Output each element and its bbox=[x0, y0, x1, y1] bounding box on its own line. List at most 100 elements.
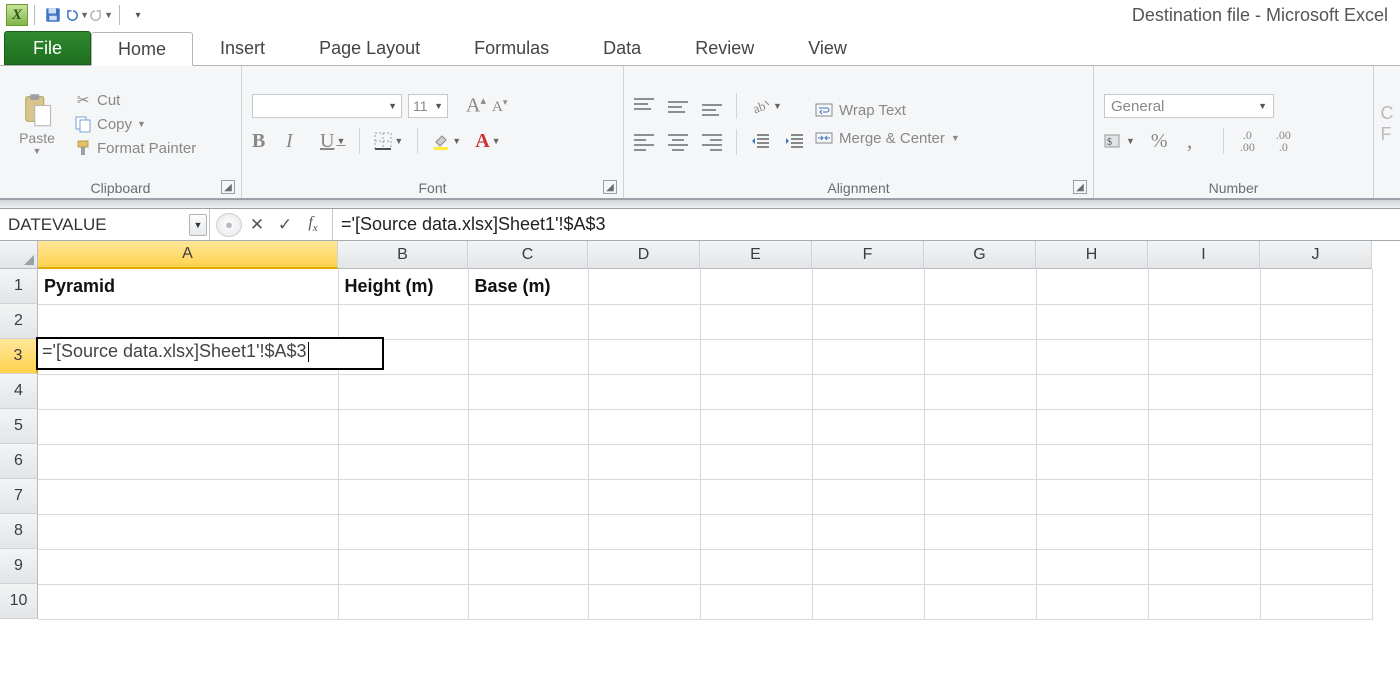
save-button[interactable] bbox=[41, 3, 65, 27]
select-all-corner[interactable] bbox=[0, 241, 38, 269]
cell[interactable] bbox=[1036, 584, 1148, 619]
cell[interactable] bbox=[38, 374, 338, 409]
grow-font-button[interactable]: A▴ bbox=[466, 94, 486, 118]
tab-view[interactable]: View bbox=[781, 31, 874, 65]
cell[interactable] bbox=[588, 514, 700, 549]
cell[interactable] bbox=[1036, 549, 1148, 584]
cell[interactable] bbox=[588, 269, 700, 304]
cell[interactable] bbox=[924, 374, 1036, 409]
cell[interactable] bbox=[1036, 304, 1148, 339]
enter-check-button[interactable]: ✓ bbox=[272, 213, 298, 237]
font-name-select[interactable]: ▼ bbox=[252, 94, 402, 118]
tab-file[interactable]: File bbox=[4, 31, 91, 65]
tab-insert[interactable]: Insert bbox=[193, 31, 292, 65]
cell[interactable] bbox=[812, 374, 924, 409]
cell[interactable] bbox=[924, 549, 1036, 584]
align-right-button[interactable] bbox=[702, 134, 722, 150]
align-left-button[interactable] bbox=[634, 134, 654, 150]
clipboard-launcher-icon[interactable]: ◢ bbox=[221, 180, 235, 194]
cell[interactable] bbox=[700, 584, 812, 619]
cell[interactable] bbox=[1148, 339, 1260, 374]
cell[interactable] bbox=[468, 304, 588, 339]
increase-decimal-button[interactable]: .0.00 bbox=[1240, 129, 1260, 153]
align-middle-button[interactable] bbox=[668, 98, 688, 114]
cell[interactable] bbox=[338, 339, 468, 374]
tab-data[interactable]: Data bbox=[576, 31, 668, 65]
cell[interactable] bbox=[700, 304, 812, 339]
cell[interactable] bbox=[924, 479, 1036, 514]
cell[interactable] bbox=[1260, 514, 1372, 549]
row-header[interactable]: 9 bbox=[0, 549, 38, 584]
column-header[interactable]: C bbox=[468, 241, 588, 269]
cell[interactable] bbox=[812, 514, 924, 549]
cut-button[interactable]: ✂ Cut bbox=[74, 91, 196, 109]
row-header[interactable]: 3 bbox=[0, 339, 38, 374]
tab-review[interactable]: Review bbox=[668, 31, 781, 65]
cell[interactable] bbox=[924, 269, 1036, 304]
font-color-button[interactable]: A▼ bbox=[475, 130, 500, 153]
cell[interactable] bbox=[700, 339, 812, 374]
column-header[interactable]: E bbox=[700, 241, 812, 269]
cell[interactable] bbox=[812, 584, 924, 619]
cell[interactable] bbox=[468, 549, 588, 584]
column-header[interactable]: D bbox=[588, 241, 700, 269]
cell[interactable] bbox=[468, 339, 588, 374]
cell[interactable] bbox=[812, 549, 924, 584]
cell[interactable] bbox=[588, 479, 700, 514]
cell[interactable] bbox=[1260, 304, 1372, 339]
row-header[interactable]: 1 bbox=[0, 269, 38, 304]
column-header[interactable]: H bbox=[1036, 241, 1148, 269]
row-header[interactable]: 4 bbox=[0, 374, 38, 409]
cell[interactable] bbox=[1260, 584, 1372, 619]
increase-indent-button[interactable] bbox=[785, 133, 805, 152]
undo-button[interactable]: ▼ bbox=[65, 3, 89, 27]
cancel-edit-button[interactable]: ● bbox=[216, 213, 242, 237]
cell[interactable] bbox=[924, 409, 1036, 444]
copy-button[interactable]: Copy ▼ bbox=[74, 115, 196, 133]
align-bottom-button[interactable] bbox=[702, 98, 722, 114]
cell[interactable] bbox=[1260, 479, 1372, 514]
column-header[interactable]: A bbox=[38, 241, 338, 269]
merge-center-button[interactable]: Merge & Center ▼ bbox=[815, 129, 960, 147]
cell[interactable] bbox=[588, 339, 700, 374]
alignment-launcher-icon[interactable]: ◢ bbox=[1073, 180, 1087, 194]
row-header[interactable]: 10 bbox=[0, 584, 38, 619]
cell[interactable] bbox=[812, 409, 924, 444]
cell[interactable] bbox=[38, 514, 338, 549]
cell[interactable] bbox=[38, 304, 338, 339]
spreadsheet-grid[interactable]: 1 2 3 4 5 6 7 8 9 10 A B C D E F G H I J… bbox=[0, 241, 1400, 620]
column-header[interactable]: G bbox=[924, 241, 1036, 269]
name-box[interactable]: DATEVALUE ▼ bbox=[0, 209, 210, 240]
bold-button[interactable]: B bbox=[252, 130, 272, 153]
cell[interactable] bbox=[1260, 269, 1372, 304]
cell[interactable] bbox=[700, 269, 812, 304]
name-box-dropdown-icon[interactable]: ▼ bbox=[189, 214, 207, 236]
wrap-text-button[interactable]: Wrap Text bbox=[815, 101, 960, 119]
row-header[interactable]: 6 bbox=[0, 444, 38, 479]
percent-button[interactable]: % bbox=[1151, 130, 1171, 153]
cell[interactable] bbox=[338, 304, 468, 339]
cell[interactable] bbox=[1260, 374, 1372, 409]
cell[interactable] bbox=[38, 479, 338, 514]
cell[interactable] bbox=[1036, 339, 1148, 374]
cell[interactable] bbox=[38, 409, 338, 444]
paste-button[interactable]: Paste ▼ bbox=[10, 70, 64, 178]
redo-button[interactable]: ▼ bbox=[89, 3, 113, 27]
cell[interactable] bbox=[588, 584, 700, 619]
cell[interactable] bbox=[1036, 409, 1148, 444]
cell[interactable] bbox=[700, 374, 812, 409]
row-header[interactable]: 2 bbox=[0, 304, 38, 339]
cell[interactable] bbox=[588, 409, 700, 444]
cell[interactable] bbox=[588, 374, 700, 409]
cell[interactable] bbox=[1260, 444, 1372, 479]
cell[interactable] bbox=[924, 584, 1036, 619]
cell[interactable] bbox=[1148, 444, 1260, 479]
cell[interactable] bbox=[338, 409, 468, 444]
shrink-font-button[interactable]: A▾ bbox=[492, 97, 507, 116]
font-size-select[interactable]: 11▼ bbox=[408, 94, 448, 118]
cell[interactable] bbox=[588, 549, 700, 584]
cell[interactable] bbox=[1260, 339, 1372, 374]
number-format-select[interactable]: General▼ bbox=[1104, 94, 1274, 118]
cell[interactable] bbox=[468, 514, 588, 549]
cell[interactable] bbox=[468, 479, 588, 514]
